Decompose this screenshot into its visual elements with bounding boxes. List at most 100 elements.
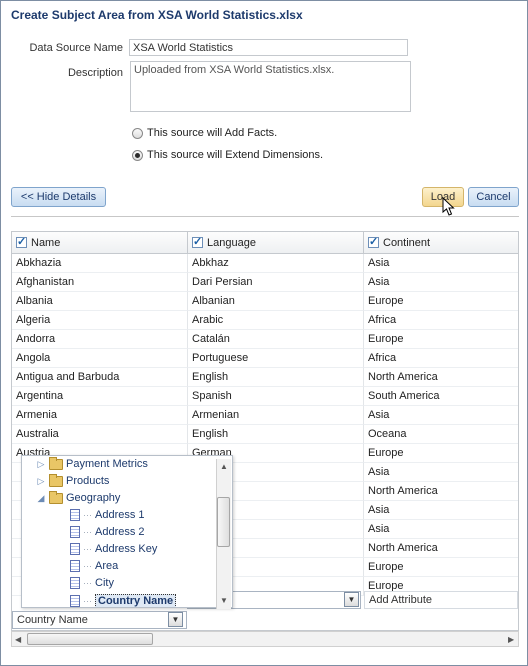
table-cell: Africa bbox=[364, 349, 518, 368]
tree-item-label: Area bbox=[95, 560, 119, 572]
table-cell: Algeria bbox=[12, 311, 188, 330]
extend-dimensions-label: This source will Extend Dimensions. bbox=[147, 149, 324, 161]
tree-item-label: Address 2 bbox=[95, 526, 145, 538]
chevron-down-icon[interactable]: ▼ bbox=[344, 592, 359, 607]
divider bbox=[11, 216, 519, 217]
create-subject-area-dialog: Create Subject Area from XSA World Stati… bbox=[0, 0, 528, 666]
description-textarea[interactable]: Uploaded from XSA World Statistics.xlsx. bbox=[130, 61, 411, 112]
tree-column-item[interactable]: ··· Country Name bbox=[70, 594, 177, 607]
table-cell: Spanish bbox=[188, 387, 364, 406]
column-header-label: Continent bbox=[383, 236, 431, 249]
tree-column-item[interactable]: ··· Address 2 bbox=[70, 526, 145, 538]
collapsed-triangle-icon[interactable]: ▷ bbox=[36, 476, 46, 487]
tree-item-label: Geography bbox=[66, 492, 121, 504]
column-icon bbox=[70, 526, 80, 538]
table-cell: Armenian bbox=[188, 406, 364, 425]
tree-connector: ··· bbox=[83, 544, 92, 554]
column-header-label: Language bbox=[207, 236, 256, 249]
table-cell: Armenia bbox=[12, 406, 188, 425]
tree-scroll-thumb[interactable] bbox=[217, 497, 230, 547]
tree-folder-item[interactable]: ◢ Geography bbox=[36, 490, 121, 504]
table-cell: Angola bbox=[12, 349, 188, 368]
tree-column-item[interactable]: ··· Address 1 bbox=[70, 509, 145, 521]
table-cell: Arabic bbox=[188, 311, 364, 330]
table-cell: Asia bbox=[364, 406, 518, 425]
folder-icon bbox=[49, 490, 63, 504]
continent-mapping-select[interactable]: Add Attribute bbox=[364, 591, 518, 609]
table-cell: Africa bbox=[364, 311, 518, 330]
subject-area-tree-popup: ▷ Payment Metrics ▷ Products ◢ Geography ··· Ad… bbox=[21, 455, 233, 608]
tree-item-label: Country Name bbox=[95, 594, 177, 607]
add-facts-option[interactable]: This source will Add Facts. bbox=[132, 127, 277, 139]
tree-column-item[interactable]: ··· Address Key bbox=[70, 543, 157, 555]
scroll-down-icon[interactable]: ▼ bbox=[220, 596, 228, 605]
tree-column-item[interactable]: ··· City bbox=[70, 577, 114, 589]
column-icon bbox=[70, 595, 80, 607]
column-icon bbox=[70, 509, 80, 521]
continent-checkbox[interactable] bbox=[368, 235, 379, 248]
table-cell: Catalán bbox=[188, 330, 364, 349]
table-cell: Asia bbox=[364, 501, 518, 520]
chevron-down-icon[interactable]: ▼ bbox=[168, 612, 183, 627]
column-icon bbox=[70, 543, 80, 555]
tree-item-label: Address 1 bbox=[95, 509, 145, 521]
table-cell: English bbox=[188, 425, 364, 444]
table-cell: Asia bbox=[364, 463, 518, 482]
dialog-title: Create Subject Area from XSA World Stati… bbox=[11, 8, 303, 22]
tree-connector: ··· bbox=[83, 561, 92, 571]
table-cell: North America bbox=[364, 539, 518, 558]
table-cell: Afghanistan bbox=[12, 273, 188, 292]
grid-scroll-thumb[interactable] bbox=[27, 633, 153, 645]
collapsed-triangle-icon[interactable]: ▷ bbox=[36, 459, 46, 470]
table-cell: Abkhaz bbox=[188, 254, 364, 273]
table-cell: North America bbox=[364, 368, 518, 387]
table-cell: Australia bbox=[12, 425, 188, 444]
tree-column-item[interactable]: ··· Area bbox=[70, 560, 118, 572]
data-source-name-label: Data Source Name bbox=[29, 42, 123, 54]
table-cell: North America bbox=[364, 482, 518, 501]
scroll-up-icon[interactable]: ▲ bbox=[220, 462, 228, 471]
scroll-left-icon[interactable]: ◀ bbox=[15, 635, 21, 644]
table-cell: Andorra bbox=[12, 330, 188, 349]
name-checkbox[interactable] bbox=[16, 235, 27, 248]
mouse-pointer-icon bbox=[442, 197, 455, 216]
cancel-button[interactable]: Cancel bbox=[468, 187, 519, 207]
column-header-label: Name bbox=[31, 236, 61, 249]
expanded-triangle-icon[interactable]: ◢ bbox=[36, 493, 46, 504]
tree-item-label: Address Key bbox=[95, 543, 158, 555]
extend-dimensions-radio[interactable] bbox=[132, 149, 143, 161]
name-mapping-select[interactable]: Country Name bbox=[12, 611, 187, 629]
tree-item-label: Payment Metrics bbox=[66, 458, 148, 470]
table-cell: Antigua and Barbuda bbox=[12, 368, 188, 387]
scroll-right-icon[interactable]: ▶ bbox=[508, 635, 514, 644]
table-cell: Abkhazia bbox=[12, 254, 188, 273]
description-label: Description bbox=[67, 67, 123, 79]
tree-connector: ··· bbox=[83, 596, 92, 606]
add-facts-radio[interactable] bbox=[132, 127, 143, 139]
folder-icon bbox=[49, 473, 63, 487]
tree-connector: ··· bbox=[83, 578, 92, 588]
table-cell: Europe bbox=[364, 558, 518, 577]
folder-icon bbox=[49, 456, 63, 470]
data-source-name-input[interactable]: XSA World Statistics bbox=[129, 39, 408, 56]
column-icon bbox=[70, 577, 80, 589]
table-cell: Europe bbox=[364, 292, 518, 311]
table-cell: Asia bbox=[364, 254, 518, 273]
table-cell: Argentina bbox=[12, 387, 188, 406]
table-cell: English bbox=[188, 368, 364, 387]
tree-folder-item[interactable]: ▷ Products bbox=[36, 473, 110, 487]
tree-folder-item[interactable]: ▷ Payment Metrics bbox=[36, 456, 148, 470]
tree-connector: ··· bbox=[83, 510, 92, 520]
language-checkbox[interactable] bbox=[192, 235, 203, 248]
table-cell: Europe bbox=[364, 330, 518, 349]
column-icon bbox=[70, 560, 80, 572]
hide-details-button[interactable]: << Hide Details bbox=[11, 187, 106, 207]
table-cell: Dari Persian bbox=[188, 273, 364, 292]
column-header-continent[interactable]: Continent bbox=[364, 232, 518, 254]
column-header-language[interactable]: Language bbox=[188, 232, 364, 254]
tree-item-label: City bbox=[95, 577, 114, 589]
table-cell: Portuguese bbox=[188, 349, 364, 368]
extend-dimensions-option[interactable]: This source will Extend Dimensions. bbox=[132, 149, 323, 161]
tree-item-label: Products bbox=[66, 475, 110, 487]
column-header-name[interactable]: Name bbox=[12, 232, 188, 254]
